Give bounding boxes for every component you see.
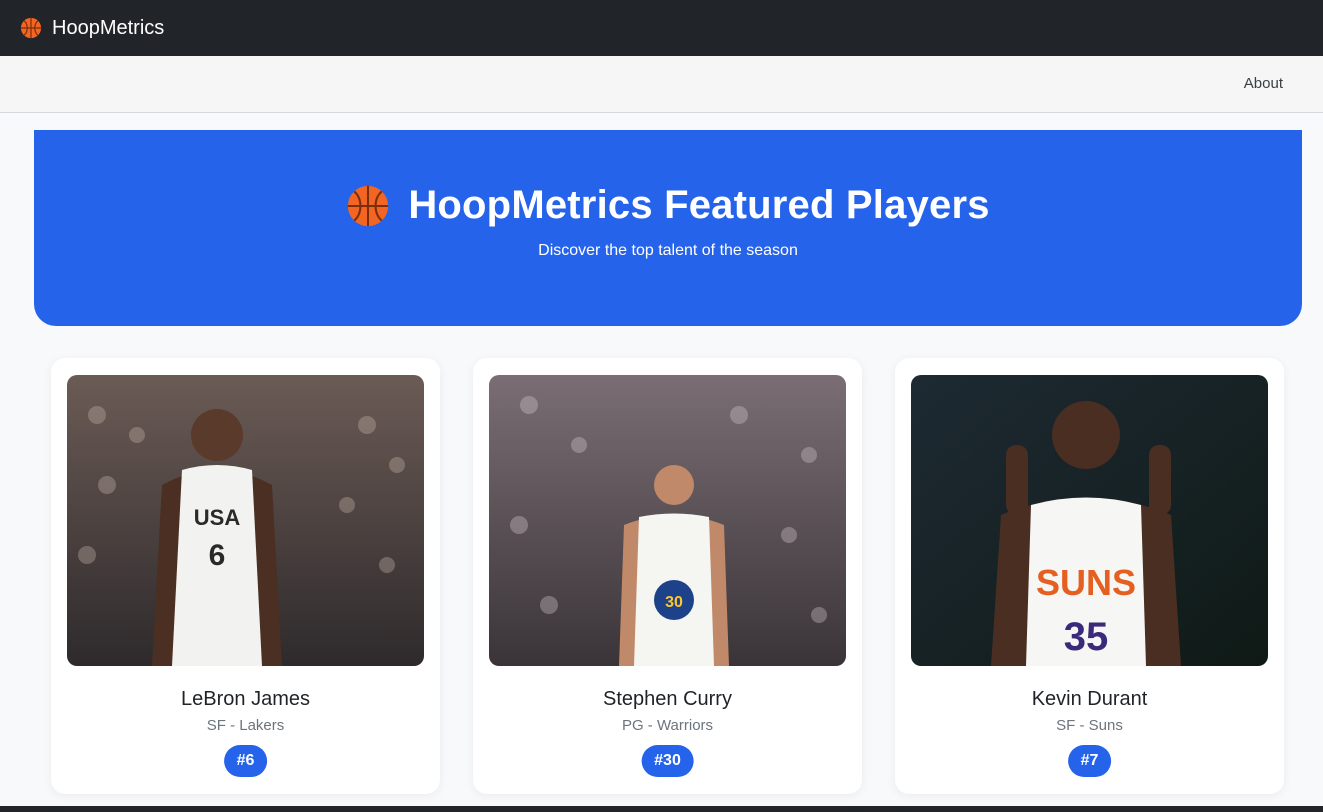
jersey-number-badge: #7 <box>1067 745 1112 777</box>
player-card[interactable]: 30 Stephen Curry PG - Warriors #30 <box>473 358 862 794</box>
player-name: LeBron James <box>181 688 310 710</box>
hero-title-row: HoopMetrics Featured Players <box>346 183 989 228</box>
top-navbar: HoopMetrics <box>0 0 1323 56</box>
player-position: SF - Suns <box>1056 717 1123 734</box>
hero-subtitle: Discover the top talent of the season <box>538 242 798 259</box>
player-card[interactable]: SUNS 35 Kevin Durant SF - Suns #7 <box>895 358 1284 794</box>
player-card[interactable]: USA 6 LeBron James SF - Lakers #6 <box>51 358 440 794</box>
svg-text:SUNS: SUNS <box>1036 562 1136 603</box>
svg-text:USA: USA <box>194 505 241 530</box>
player-photo: SUNS 35 <box>911 375 1268 666</box>
footer-bar <box>0 806 1323 812</box>
basketball-icon <box>348 185 389 226</box>
player-photo: 30 <box>489 375 846 666</box>
jersey-number-badge: #6 <box>223 745 268 777</box>
hero-banner: HoopMetrics Featured Players Discover th… <box>34 130 1302 326</box>
player-position: PG - Warriors <box>621 717 714 734</box>
brand-name[interactable]: HoopMetrics <box>52 17 164 40</box>
secondary-navbar: About <box>0 56 1323 113</box>
svg-text:35: 35 <box>1064 615 1109 659</box>
page-title: HoopMetrics Featured Players <box>408 183 990 227</box>
svg-text:30: 30 <box>665 594 683 611</box>
player-name: Kevin Durant <box>1031 688 1148 710</box>
basketball-icon <box>20 17 42 39</box>
jersey-number-badge: #30 <box>641 745 694 777</box>
player-position: SF - Lakers <box>206 717 285 734</box>
player-photo: USA 6 <box>67 375 424 666</box>
svg-text:6: 6 <box>209 539 226 572</box>
nav-link-about[interactable]: About <box>1244 75 1283 92</box>
player-name: Stephen Curry <box>603 688 732 710</box>
